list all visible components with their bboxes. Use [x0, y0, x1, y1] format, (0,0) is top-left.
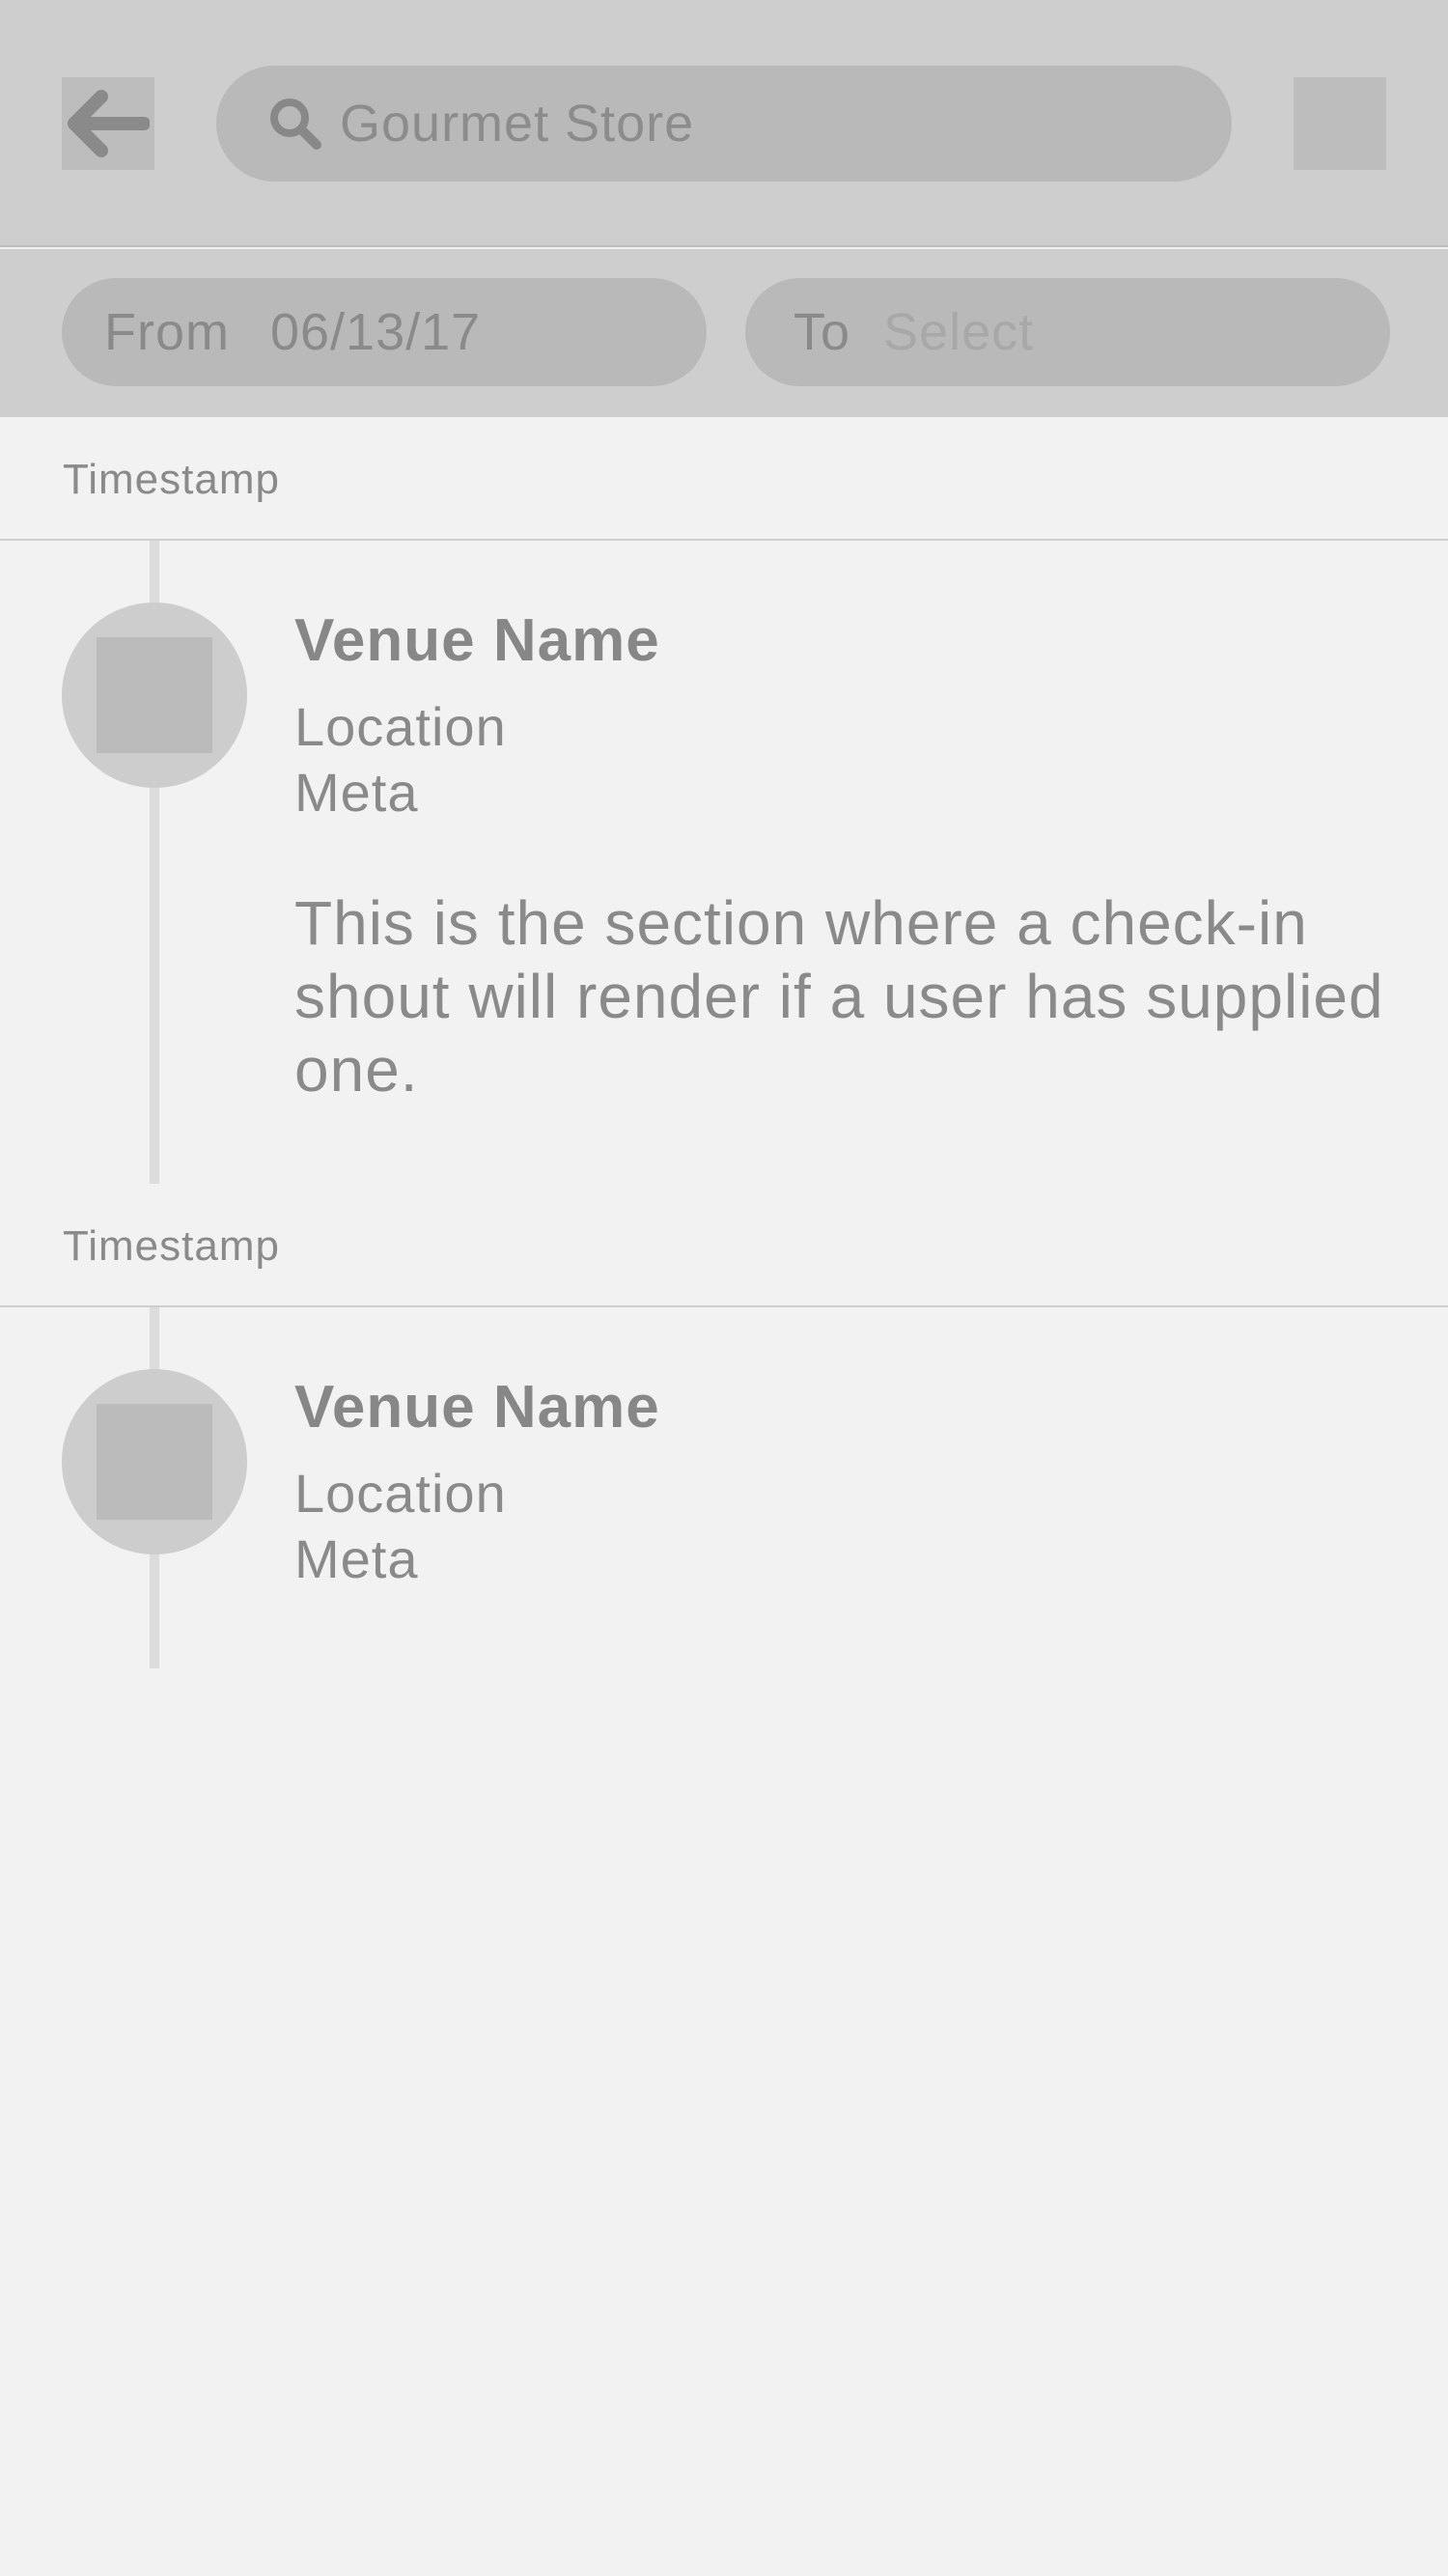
venue-location: Location: [294, 1463, 507, 1524]
arrow-left-icon: [68, 90, 150, 157]
search-icon: [266, 95, 324, 153]
venue-image-placeholder: [97, 1404, 212, 1520]
back-button[interactable]: [62, 77, 154, 170]
venue-name[interactable]: Venue Name: [294, 1373, 660, 1442]
search-input[interactable]: Gourmet Store: [216, 66, 1232, 182]
timestamp-label: Timestamp: [63, 456, 280, 503]
search-bar-row: Gourmet Store: [0, 0, 1448, 247]
venue-avatar[interactable]: [62, 602, 247, 788]
date-filter-row: From 06/13/17 To Select: [0, 249, 1448, 417]
app-header: Gourmet Store: [0, 0, 1448, 247]
venue-meta: Meta: [294, 1528, 419, 1589]
timestamp-header: Timestamp: [0, 417, 1448, 541]
timestamp-label: Timestamp: [63, 1222, 280, 1270]
venue-avatar[interactable]: [62, 1369, 247, 1554]
to-placeholder: Select: [883, 303, 1035, 361]
search-input-value: Gourmet Store: [340, 95, 695, 153]
from-value: 06/13/17: [269, 303, 482, 361]
venue-image-placeholder: [97, 637, 212, 753]
to-label: To: [794, 303, 851, 361]
to-date-field[interactable]: To Select: [745, 278, 1390, 386]
venue-meta: Meta: [294, 762, 419, 823]
venue-location: Location: [294, 696, 507, 757]
checkin-shout: This is the section where a check-in sho…: [294, 888, 1384, 1105]
from-label: From: [104, 303, 230, 361]
venue-name[interactable]: Venue Name: [294, 606, 660, 675]
menu-button[interactable]: [1294, 77, 1386, 170]
from-date-field[interactable]: From 06/13/17: [62, 278, 707, 386]
timestamp-header: Timestamp: [0, 1184, 1448, 1307]
